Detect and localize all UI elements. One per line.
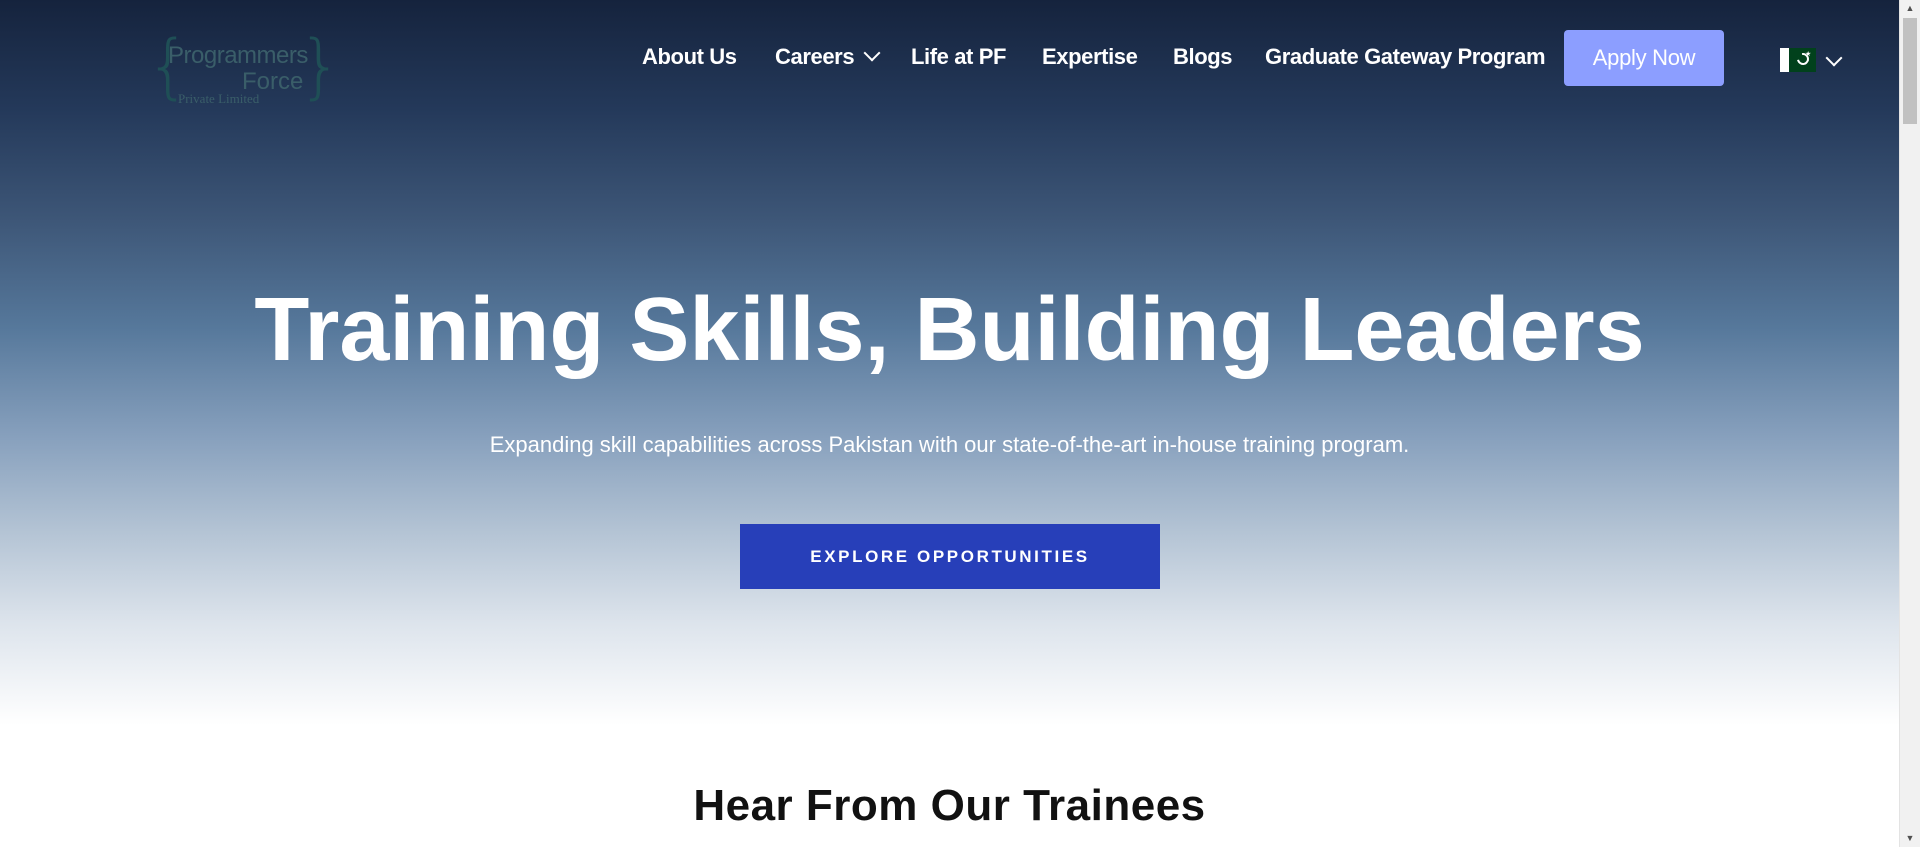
nav-graduate-gateway-program[interactable]: Graduate Gateway Program: [1265, 42, 1546, 72]
scroll-down-arrow-icon[interactable]: ▼: [1900, 830, 1920, 847]
nav-careers-label: Careers: [775, 44, 855, 69]
page: { Programmers Force Private Limited } Ab…: [0, 0, 1920, 847]
scrollbar-thumb[interactable]: [1903, 18, 1917, 124]
language-selector[interactable]: ★: [1780, 46, 1846, 72]
hero-title: Training Skills, Building Leaders: [254, 280, 1645, 380]
hero-section: { Programmers Force Private Limited } Ab…: [0, 0, 1899, 780]
section-title-trainees: Hear From Our Trainees: [693, 781, 1206, 830]
nav-about-us[interactable]: About Us: [642, 42, 737, 72]
company-logo[interactable]: { Programmers Force Private Limited }: [146, 28, 343, 108]
explore-opportunities-button[interactable]: EXPLORE OPPORTUNITIES: [740, 524, 1160, 589]
hero-subtitle: Expanding skill capabilities across Paki…: [489, 432, 1410, 457]
logo-text-private-limited: Private Limited: [178, 91, 260, 106]
logo-brace-right: }: [298, 25, 343, 107]
pakistan-flag-icon: ★: [1780, 48, 1816, 72]
star-icon: ★: [1805, 51, 1812, 58]
vertical-scrollbar[interactable]: ▲ ▼: [1899, 0, 1920, 847]
nav-life-at-pf[interactable]: Life at PF: [911, 42, 1006, 72]
logo-text-programmers: Programmers: [168, 42, 308, 69]
chevron-down-icon: [1825, 49, 1843, 67]
apply-now-button[interactable]: Apply Now: [1564, 30, 1724, 86]
scroll-up-arrow-icon[interactable]: ▲: [1900, 0, 1920, 17]
nav-blogs[interactable]: Blogs: [1173, 42, 1233, 72]
chevron-down-icon: [863, 44, 881, 62]
nav-careers[interactable]: Careers: [775, 42, 881, 72]
nav-expertise[interactable]: Expertise: [1042, 42, 1138, 72]
